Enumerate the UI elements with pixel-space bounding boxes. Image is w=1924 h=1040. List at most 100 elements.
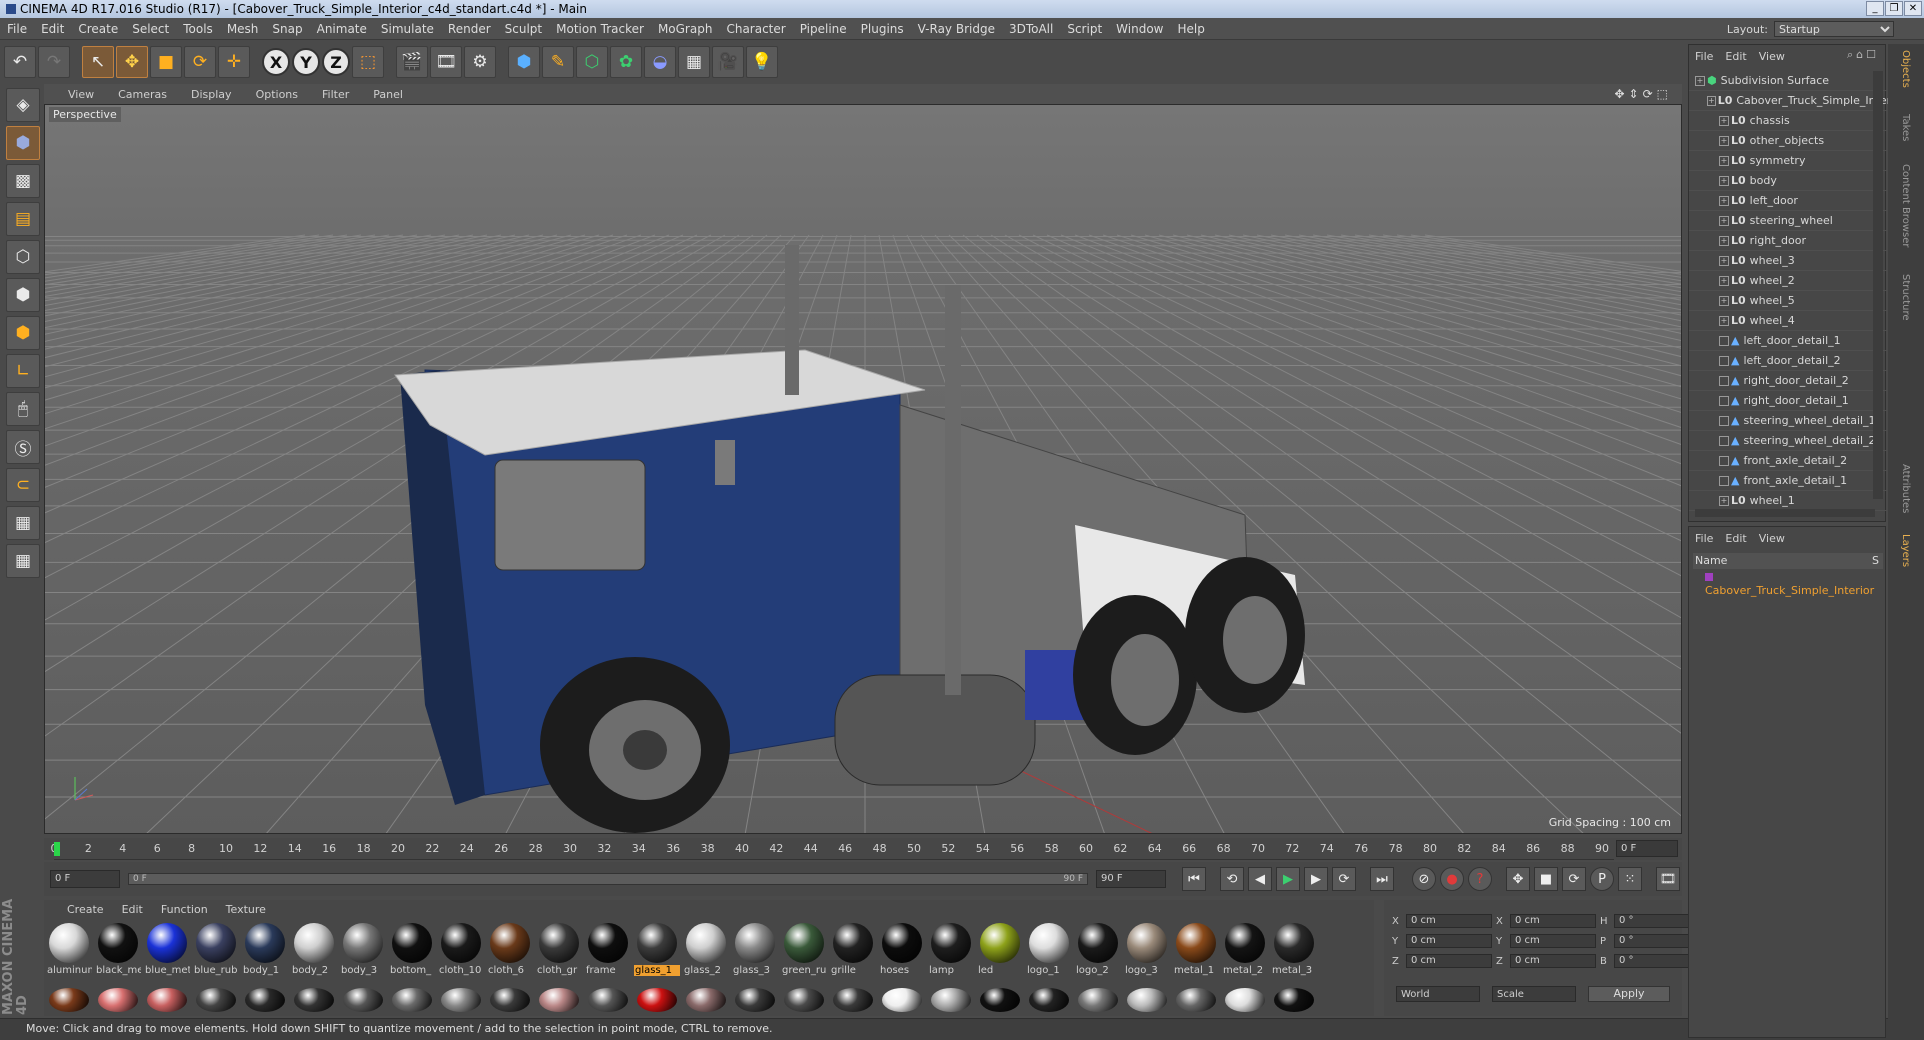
viewport-nav-icons[interactable]: ✥⇕⟳⬚ (1614, 87, 1672, 101)
end-frame-field[interactable]: 90 F (1096, 870, 1166, 888)
scale-tool-icon[interactable]: ■ (150, 46, 182, 78)
go-to-start-icon[interactable]: ⏮ (1182, 867, 1206, 891)
side-tab-content-browser[interactable]: Content Browser (1900, 164, 1911, 247)
tweak-mode-icon[interactable]: 🖱 (6, 392, 40, 426)
side-tab-takes[interactable]: Takes (1900, 114, 1911, 141)
material-swatch[interactable]: body_2 (291, 922, 337, 980)
material-swatch[interactable]: black_me (95, 922, 141, 980)
coordinate-value-field[interactable]: 0 cm (1406, 914, 1492, 928)
viewport-menu-filter[interactable]: Filter (310, 88, 361, 101)
minimize-button[interactable]: _ (1866, 1, 1884, 16)
material-swatch[interactable] (830, 984, 876, 1012)
object-item-wheel-5[interactable]: + L0 wheel_5 (1689, 291, 1887, 311)
timeline-ruler[interactable]: 0246810121416182022242628303234363840424… (51, 838, 1614, 860)
menu-mesh[interactable]: Mesh (220, 18, 266, 40)
side-tab-structure[interactable]: Structure (1900, 274, 1911, 321)
material-swatch[interactable] (1075, 984, 1121, 1012)
menu-select[interactable]: Select (125, 18, 176, 40)
material-swatch[interactable]: logo_1 (1026, 922, 1072, 980)
material-swatch[interactable]: cloth_10 (438, 922, 484, 980)
points-mode-icon[interactable]: ⬡ (6, 240, 40, 274)
object-menu-edit[interactable]: Edit (1725, 50, 1746, 63)
material-swatch[interactable] (242, 984, 288, 1012)
viewport[interactable]: Perspective Grid Spacing : 100 cm (44, 104, 1682, 834)
menu-edit[interactable]: Edit (34, 18, 71, 40)
cloner-icon[interactable]: ✿ (610, 46, 642, 78)
material-swatch[interactable]: body_1 (242, 922, 288, 980)
object-item-front-axle-detail-1[interactable]: ▲ front_axle_detail_1 (1689, 471, 1887, 491)
apply-button[interactable]: Apply (1588, 986, 1670, 1002)
coordinate-system-icon[interactable]: ⬚ (352, 46, 384, 78)
rotate-tool-icon[interactable]: ⟳ (184, 46, 216, 78)
material-swatch[interactable]: blue_met (144, 922, 190, 980)
menu-simulate[interactable]: Simulate (374, 18, 441, 40)
material-swatch[interactable] (1124, 984, 1170, 1012)
material-swatch[interactable] (438, 984, 484, 1012)
go-to-end-icon[interactable]: ⏭ (1370, 867, 1394, 891)
close-button[interactable]: ✕ (1904, 1, 1922, 16)
coordinate-space-dropdown[interactable]: World (1396, 986, 1480, 1002)
material-swatch[interactable]: body_3 (340, 922, 386, 980)
object-item-wheel-1[interactable]: + L0 wheel_1 (1689, 491, 1887, 511)
expand-toggle-icon[interactable]: + (1719, 295, 1729, 306)
material-swatch[interactable] (683, 984, 729, 1012)
preview-range-slider[interactable]: 0 F 90 F (128, 873, 1088, 885)
material-swatch[interactable] (291, 984, 337, 1012)
menu-tools[interactable]: Tools (176, 18, 220, 40)
undo-icon[interactable]: ↶ (4, 46, 36, 78)
menu-sculpt[interactable]: Sculpt (498, 18, 549, 40)
previous-frame-icon[interactable]: ◀ (1248, 867, 1272, 891)
next-key-icon[interactable]: ⟳ (1332, 867, 1356, 891)
material-swatch[interactable]: hoses (879, 922, 925, 980)
material-swatch[interactable]: logo_2 (1075, 922, 1121, 980)
coordinate-value-field[interactable]: 0 cm (1406, 934, 1492, 948)
workplane-mode-icon[interactable]: ▤ (6, 202, 40, 236)
material-swatch[interactable] (1173, 984, 1219, 1012)
material-swatch[interactable] (144, 984, 190, 1012)
object-item-steering-wheel-detail-2[interactable]: ▲ steering_wheel_detail_2 (1689, 431, 1887, 451)
cube-primitive-icon[interactable]: ⬢ (508, 46, 540, 78)
expand-toggle-icon[interactable]: + (1719, 215, 1729, 226)
pen-spline-icon[interactable]: ✎ (542, 46, 574, 78)
redo-icon[interactable]: ↷ (38, 46, 70, 78)
texture-mode-icon[interactable]: ▩ (6, 164, 40, 198)
material-swatch[interactable]: frame (585, 922, 631, 980)
expand-toggle-icon[interactable]: + (1719, 135, 1729, 146)
material-swatch[interactable] (879, 984, 925, 1012)
material-swatch[interactable] (95, 984, 141, 1012)
expand-toggle-icon[interactable]: + (1719, 495, 1729, 506)
material-swatch[interactable] (46, 984, 92, 1012)
side-tab-objects[interactable]: Objects (1900, 50, 1911, 88)
material-swatch[interactable]: cloth_gr (536, 922, 582, 980)
timeline[interactable]: 0246810121416182022242628303234363840424… (44, 838, 1682, 860)
material-swatch[interactable]: grille (830, 922, 876, 980)
menu-character[interactable]: Character (719, 18, 792, 40)
viewport-menu-panel[interactable]: Panel (361, 88, 415, 101)
render-settings-icon[interactable]: ⚙ (464, 46, 496, 78)
object-item-symmetry[interactable]: + L0 symmetry (1689, 151, 1887, 171)
object-item-left-door[interactable]: + L0 left_door (1689, 191, 1887, 211)
object-item-right-door[interactable]: + L0 right_door (1689, 231, 1887, 251)
edges-mode-icon[interactable]: ⬢ (6, 278, 40, 312)
material-swatch[interactable] (1271, 984, 1317, 1012)
magnet-icon[interactable]: ⊂ (6, 468, 40, 502)
object-scrollbar-horizontal[interactable] (1695, 509, 1875, 517)
material-swatch[interactable] (1026, 984, 1072, 1012)
axis-mode-icon[interactable]: ∟ (6, 354, 40, 388)
model-mode-icon[interactable]: ⬢ (6, 126, 40, 160)
expand-toggle-icon[interactable]: + (1719, 315, 1729, 326)
material-swatch[interactable]: bottom_ (389, 922, 435, 980)
z-axis-lock-icon[interactable]: Z (322, 48, 350, 76)
object-item-chassis[interactable]: + L0 chassis (1689, 111, 1887, 131)
menu-v-ray-bridge[interactable]: V-Ray Bridge (911, 18, 1002, 40)
object-item-wheel-3[interactable]: + L0 wheel_3 (1689, 251, 1887, 271)
viewport-camera-label[interactable]: Perspective (49, 107, 121, 122)
viewport-menu-display[interactable]: Display (179, 88, 244, 101)
expand-toggle-icon[interactable]: + (1719, 195, 1729, 206)
menu-pipeline[interactable]: Pipeline (793, 18, 854, 40)
menu-snap[interactable]: Snap (265, 18, 309, 40)
coordinate-value-field[interactable]: 0 cm (1510, 954, 1596, 968)
material-swatch[interactable]: metal_2 (1222, 922, 1268, 980)
current-frame-field[interactable]: 0 F (1616, 840, 1678, 857)
object-manager-icons[interactable]: ⌕⌂☐ (1847, 48, 1879, 62)
